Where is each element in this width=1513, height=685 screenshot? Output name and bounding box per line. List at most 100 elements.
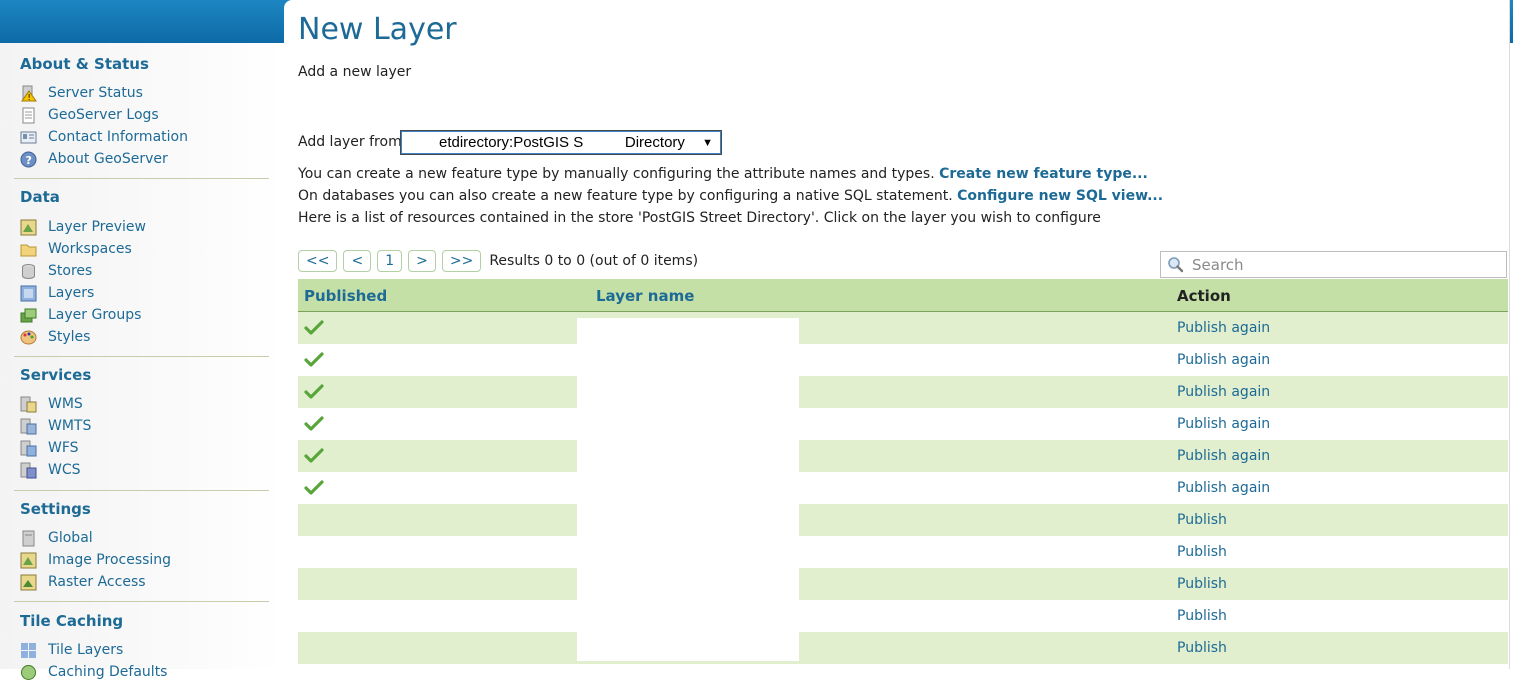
server-status-icon: !	[20, 85, 37, 102]
table-row: Publish again	[298, 312, 1508, 344]
publish-again-link[interactable]: Publish again	[1177, 448, 1270, 464]
sidebar-item-label: Stores	[48, 263, 93, 279]
global-icon	[20, 530, 37, 547]
wfs-icon	[20, 440, 37, 457]
sidebar-item-stores[interactable]: Stores	[20, 261, 92, 281]
sidebar-section-title: About & Status	[20, 55, 149, 73]
last-page-button[interactable]: >>	[441, 250, 482, 272]
sidebar-item-label: GeoServer Logs	[48, 107, 159, 123]
sidebar-item-styles[interactable]: Styles	[20, 327, 90, 347]
sidebar-divider	[14, 178, 269, 179]
sidebar-item-label: Caching Defaults	[48, 664, 168, 680]
publish-again-link[interactable]: Publish again	[1177, 320, 1270, 336]
next-page-button[interactable]: >	[408, 250, 436, 272]
search-placeholder: Search	[1192, 255, 1244, 274]
sidebar-item-label: Image Processing	[48, 552, 172, 568]
sidebar-item-label: About GeoServer	[48, 151, 168, 167]
sidebar-item-raster-access[interactable]: Raster Access	[20, 572, 146, 592]
info-line-resources: Here is a list of resources contained in…	[298, 210, 1101, 226]
first-page-button[interactable]: <<	[298, 250, 338, 272]
table-row: Publish again	[298, 344, 1508, 376]
page-1-button[interactable]: 1	[377, 250, 403, 272]
layer-preview-icon	[20, 219, 37, 236]
sidebar-item-label: Server Status	[48, 85, 143, 101]
wcs-icon	[20, 462, 37, 479]
sidebar-item-label: Workspaces	[48, 241, 132, 257]
sidebar-section-title: Data	[20, 188, 60, 206]
wmts-icon	[20, 418, 37, 435]
configure-sql-view-link[interactable]: Configure new SQL view...	[957, 188, 1163, 204]
image-processing-icon	[20, 552, 37, 569]
sidebar-item-wcs[interactable]: WCS	[20, 460, 81, 480]
store-select-value: etdirectory:PostGIS S Directory	[439, 134, 685, 151]
logs-icon	[20, 107, 37, 124]
sidebar-item-wmts[interactable]: WMTS	[20, 416, 91, 436]
layer-groups-icon	[20, 307, 37, 324]
sidebar-item-global[interactable]: Global	[20, 528, 93, 548]
sidebar-divider	[14, 601, 269, 602]
sidebar-item-caching-defaults[interactable]: Caching Defaults	[20, 662, 167, 682]
store-select[interactable]: etdirectory:PostGIS S Directory ▼	[400, 130, 722, 155]
svg-text:?: ?	[26, 154, 32, 167]
sidebar-item-contact-information[interactable]: Contact Information	[20, 127, 188, 147]
tile-layers-icon	[20, 642, 37, 659]
sidebar-item-geoserver-logs[interactable]: GeoServer Logs	[20, 105, 159, 125]
publish-link[interactable]: Publish	[1177, 640, 1227, 656]
checkmark-icon	[304, 351, 324, 369]
publish-again-link[interactable]: Publish again	[1177, 416, 1270, 432]
table-row: Publish	[298, 600, 1508, 632]
add-layer-from-label: Add layer from	[298, 134, 402, 150]
sidebar-item-label: Layers	[48, 285, 95, 301]
sidebar-item-label: WCS	[48, 462, 81, 478]
sidebar-item-about-geoserver[interactable]: ? About GeoServer	[20, 149, 168, 169]
sidebar-item-layers[interactable]: Layers	[20, 283, 94, 303]
info-line-create: You can create a new feature type by man…	[298, 166, 1148, 182]
sidebar-item-layer-groups[interactable]: Layer Groups	[20, 305, 141, 325]
folder-icon	[20, 241, 37, 258]
sidebar-item-label: Layer Preview	[48, 219, 146, 235]
checkmark-icon	[304, 415, 324, 433]
checkmark-icon	[304, 383, 324, 401]
contact-icon	[20, 129, 37, 146]
sidebar-divider	[14, 356, 269, 357]
sidebar-item-label: Tile Layers	[48, 642, 124, 658]
sidebar-item-workspaces[interactable]: Workspaces	[20, 239, 132, 259]
page-description: Add a new layer	[298, 64, 412, 80]
layer-name-column-header[interactable]: Layer name	[596, 287, 694, 305]
prev-page-button[interactable]: <	[343, 250, 372, 272]
publish-again-link[interactable]: Publish again	[1177, 352, 1270, 368]
sidebar-item-label: Contact Information	[48, 129, 188, 145]
publish-again-link[interactable]: Publish again	[1177, 384, 1270, 400]
main-panel: New Layer Add a new layer Add layer from…	[284, 0, 1510, 669]
create-feature-type-link[interactable]: Create new feature type...	[939, 166, 1148, 182]
sidebar-item-tile-layers[interactable]: Tile Layers	[20, 640, 123, 660]
sidebar-item-wms[interactable]: WMS	[20, 394, 83, 414]
published-column-header[interactable]: Published	[304, 287, 387, 305]
svg-text:!: !	[28, 93, 31, 102]
sidebar-section-title: Settings	[20, 500, 91, 518]
publish-link[interactable]: Publish	[1177, 544, 1227, 560]
action-column-header: Action	[1177, 287, 1231, 305]
table-row: Publish	[298, 536, 1508, 568]
publish-link[interactable]: Publish	[1177, 608, 1227, 624]
info-text: You can create a new feature type by man…	[298, 166, 940, 182]
sidebar-item-server-status[interactable]: ! Server Status	[20, 83, 143, 103]
table-row: Publish again	[298, 440, 1508, 472]
publish-link[interactable]: Publish	[1177, 576, 1227, 592]
search-icon	[1166, 255, 1186, 275]
database-icon	[20, 263, 37, 280]
sidebar-item-label: Layer Groups	[48, 307, 142, 323]
publish-link[interactable]: Publish	[1177, 512, 1227, 528]
sidebar-item-layer-preview[interactable]: Layer Preview	[20, 217, 146, 237]
sidebar-item-wfs[interactable]: WFS	[20, 438, 79, 458]
palette-icon	[20, 329, 37, 346]
sidebar-item-image-processing[interactable]: Image Processing	[20, 550, 171, 570]
sidebar-section-title: Tile Caching	[20, 612, 124, 630]
sidebar-item-label: Raster Access	[48, 574, 146, 590]
wms-icon	[20, 396, 37, 413]
raster-access-icon	[20, 574, 37, 591]
search-input[interactable]: Search	[1160, 251, 1507, 278]
table-row: Publish	[298, 568, 1508, 600]
table-row: Publish again	[298, 408, 1508, 440]
publish-again-link[interactable]: Publish again	[1177, 480, 1270, 496]
